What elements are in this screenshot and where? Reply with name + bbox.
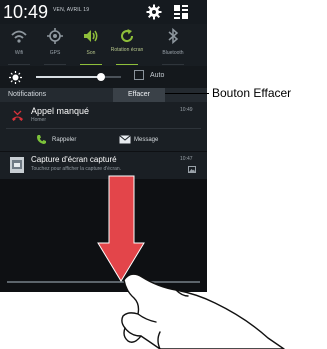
swipe-arrow: [97, 175, 145, 282]
gesture-overlay: [97, 175, 285, 349]
hand-illustration: [121, 273, 285, 349]
callout-label: Bouton Effacer: [212, 86, 292, 100]
callout-line: [165, 93, 209, 94]
